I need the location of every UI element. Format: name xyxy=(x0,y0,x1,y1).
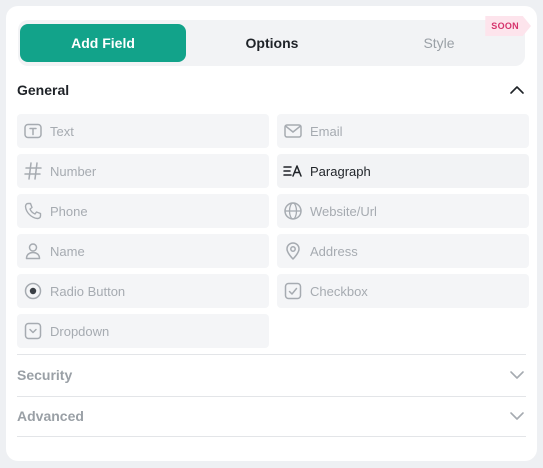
text-box-icon xyxy=(22,120,44,142)
field-number-label: Number xyxy=(50,163,97,179)
field-website-label: Website/Url xyxy=(310,203,377,219)
field-address-label: Address xyxy=(310,243,358,259)
checkbox-icon xyxy=(282,280,304,302)
chevron-down-icon[interactable] xyxy=(508,407,526,425)
field-checkbox-label: Checkbox xyxy=(310,283,368,299)
section-general-title: General xyxy=(17,82,70,98)
divider xyxy=(17,436,526,437)
map-pin-icon xyxy=(282,240,304,262)
radio-icon xyxy=(22,280,44,302)
field-text-label: Text xyxy=(50,123,74,139)
field-paragraph-label: Paragraph xyxy=(310,163,371,179)
field-phone-label: Phone xyxy=(50,203,88,219)
section-advanced-title: Advanced xyxy=(17,408,84,424)
field-radio-label: Radio Button xyxy=(50,283,126,299)
field-paragraph[interactable]: Paragraph xyxy=(277,154,529,188)
envelope-icon xyxy=(282,120,304,142)
field-text[interactable]: Text xyxy=(17,114,269,148)
section-general-header[interactable]: General xyxy=(17,70,526,110)
field-name-label: Name xyxy=(50,243,85,259)
section-security-header[interactable]: Security xyxy=(17,355,526,395)
phone-icon xyxy=(22,200,44,222)
field-website[interactable]: Website/Url xyxy=(277,194,529,228)
field-dropdown-label: Dropdown xyxy=(50,323,110,339)
section-advanced-header[interactable]: Advanced xyxy=(17,396,526,436)
soon-badge: SOON xyxy=(485,16,531,36)
field-name[interactable]: Name xyxy=(17,234,269,268)
dropdown-icon xyxy=(22,320,44,342)
field-checkbox[interactable]: Checkbox xyxy=(277,274,529,308)
tab-bar: Add Field Options Style SOON xyxy=(18,16,531,66)
chevron-down-icon[interactable] xyxy=(508,366,526,384)
tab-options[interactable]: Options xyxy=(188,24,356,62)
chevron-up-icon[interactable] xyxy=(508,81,526,99)
tab-add-field[interactable]: Add Field xyxy=(20,24,186,62)
globe-icon xyxy=(282,200,304,222)
hash-icon xyxy=(22,160,44,182)
user-icon xyxy=(22,240,44,262)
field-radio-button[interactable]: Radio Button xyxy=(17,274,269,308)
field-email-label: Email xyxy=(310,123,343,139)
section-security-title: Security xyxy=(17,367,73,383)
field-email[interactable]: Email xyxy=(277,114,529,148)
field-dropdown[interactable]: Dropdown xyxy=(17,314,269,348)
field-phone[interactable]: Phone xyxy=(17,194,269,228)
field-number[interactable]: Number xyxy=(17,154,269,188)
field-palette-panel: Add Field Options Style SOON General Tex… xyxy=(6,6,537,461)
field-address[interactable]: Address xyxy=(277,234,529,268)
paragraph-icon xyxy=(282,160,304,182)
